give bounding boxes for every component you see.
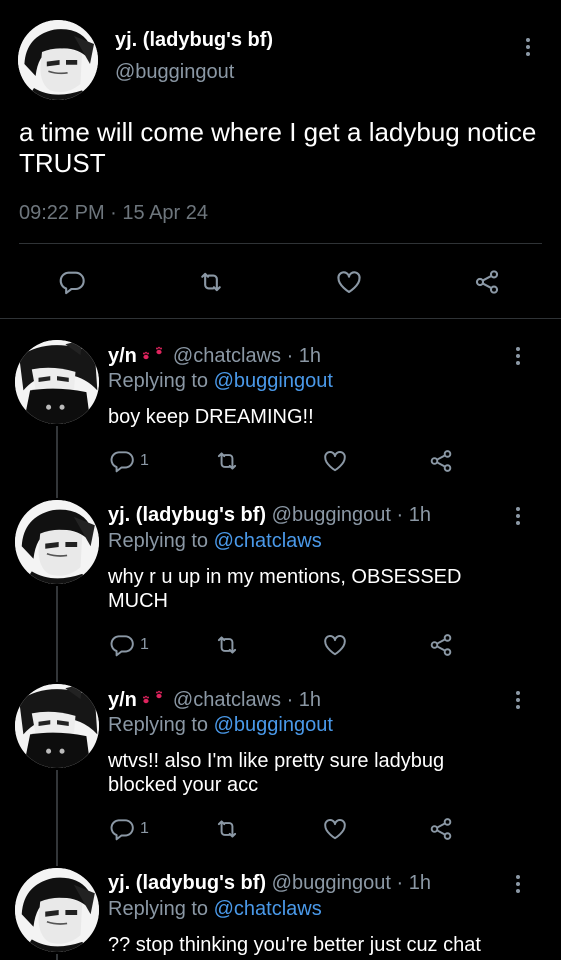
replying-to-link[interactable]: @chatclaws <box>214 898 322 920</box>
thread-line <box>56 586 58 682</box>
retweet-icon[interactable] <box>214 816 240 842</box>
more-options-icon[interactable] <box>518 35 538 59</box>
reply-icon[interactable] <box>109 816 135 842</box>
thread-line <box>56 426 58 498</box>
reply-count: 1 <box>140 820 149 837</box>
share-icon[interactable] <box>473 268 501 296</box>
reply-icon[interactable] <box>109 448 135 474</box>
share-icon[interactable] <box>428 816 454 842</box>
reply-icon[interactable] <box>109 632 135 658</box>
replying-to-label: Replying to <box>108 370 209 392</box>
retweet-icon[interactable] <box>214 448 240 474</box>
replying-to: Replying to @chatclaws <box>108 530 322 553</box>
more-options-icon[interactable] <box>508 688 528 712</box>
more-options-icon[interactable] <box>508 344 528 368</box>
share-icon[interactable] <box>428 632 454 658</box>
reply-handle-time[interactable]: @buggingout · 1h <box>272 504 431 526</box>
retweet-icon[interactable] <box>214 632 240 658</box>
paw-prints-icon <box>141 344 169 364</box>
like-icon[interactable] <box>322 816 348 842</box>
reply-header: y/n @chatclaws · 1h <box>108 344 321 368</box>
like-icon[interactable] <box>335 268 363 296</box>
avatar[interactable] <box>15 868 99 952</box>
reply-handle-time[interactable]: @chatclaws · 1h <box>173 345 321 367</box>
reply-header: y/n @chatclaws · 1h <box>108 688 321 712</box>
paw-prints-icon <box>141 688 169 708</box>
reply-text: wtvs!! also I'm like pretty sure ladybug… <box>108 750 445 796</box>
reply-header: yj. (ladybug's bf) @buggingout · 1h <box>108 872 431 895</box>
replying-to-label: Replying to <box>108 714 209 736</box>
reply-text: ?? stop thinking you're better just cuz … <box>108 934 481 956</box>
reply-author-name[interactable]: yj. (ladybug's bf) <box>108 504 266 526</box>
thread-line <box>56 770 58 866</box>
like-icon[interactable] <box>322 632 348 658</box>
divider <box>0 318 561 319</box>
more-options-icon[interactable] <box>508 872 528 896</box>
tweet-thread-screen: yj. (ladybug's bf) @buggingout a time wi… <box>0 0 561 960</box>
reply-text: why r u up in my mentions, OBSESSED MUCH <box>108 566 462 612</box>
replying-to-label: Replying to <box>108 898 209 920</box>
reply-header: yj. (ladybug's bf) @buggingout · 1h <box>108 504 431 527</box>
like-icon[interactable] <box>322 448 348 474</box>
replying-to-link[interactable]: @chatclaws <box>214 530 322 552</box>
reply-author-name[interactable]: yj. (ladybug's bf) <box>108 872 266 894</box>
author-handle[interactable]: @buggingout <box>115 61 234 84</box>
tweet-text: a time will come where I get a ladybug n… <box>19 117 537 178</box>
reply-count: 1 <box>140 452 149 469</box>
tweet-timestamp: 09:22 PM · 15 Apr 24 <box>19 202 209 224</box>
reply-count: 1 <box>140 636 149 653</box>
replying-to: Replying to @buggingout <box>108 370 333 393</box>
author-name[interactable]: yj. (ladybug's bf) <box>115 29 273 52</box>
share-icon[interactable] <box>428 448 454 474</box>
reply-author-name[interactable]: y/n <box>108 689 137 711</box>
replying-to-link[interactable]: @buggingout <box>214 370 333 392</box>
retweet-icon[interactable] <box>197 268 225 296</box>
avatar[interactable] <box>15 340 99 424</box>
reply-handle-time[interactable]: @chatclaws · 1h <box>173 689 321 711</box>
avatar[interactable] <box>18 20 98 100</box>
reply-icon[interactable] <box>58 268 86 296</box>
thread-line <box>56 954 58 960</box>
avatar[interactable] <box>15 684 99 768</box>
reply-text: boy keep DREAMING!! <box>108 406 314 428</box>
replying-to-link[interactable]: @buggingout <box>214 714 333 736</box>
replying-to-label: Replying to <box>108 530 209 552</box>
replying-to: Replying to @buggingout <box>108 714 333 737</box>
reply-author-name[interactable]: y/n <box>108 345 137 367</box>
divider <box>19 243 542 244</box>
replying-to: Replying to @chatclaws <box>108 898 322 921</box>
reply-handle-time[interactable]: @buggingout · 1h <box>272 872 431 894</box>
more-options-icon[interactable] <box>508 504 528 528</box>
avatar[interactable] <box>15 500 99 584</box>
